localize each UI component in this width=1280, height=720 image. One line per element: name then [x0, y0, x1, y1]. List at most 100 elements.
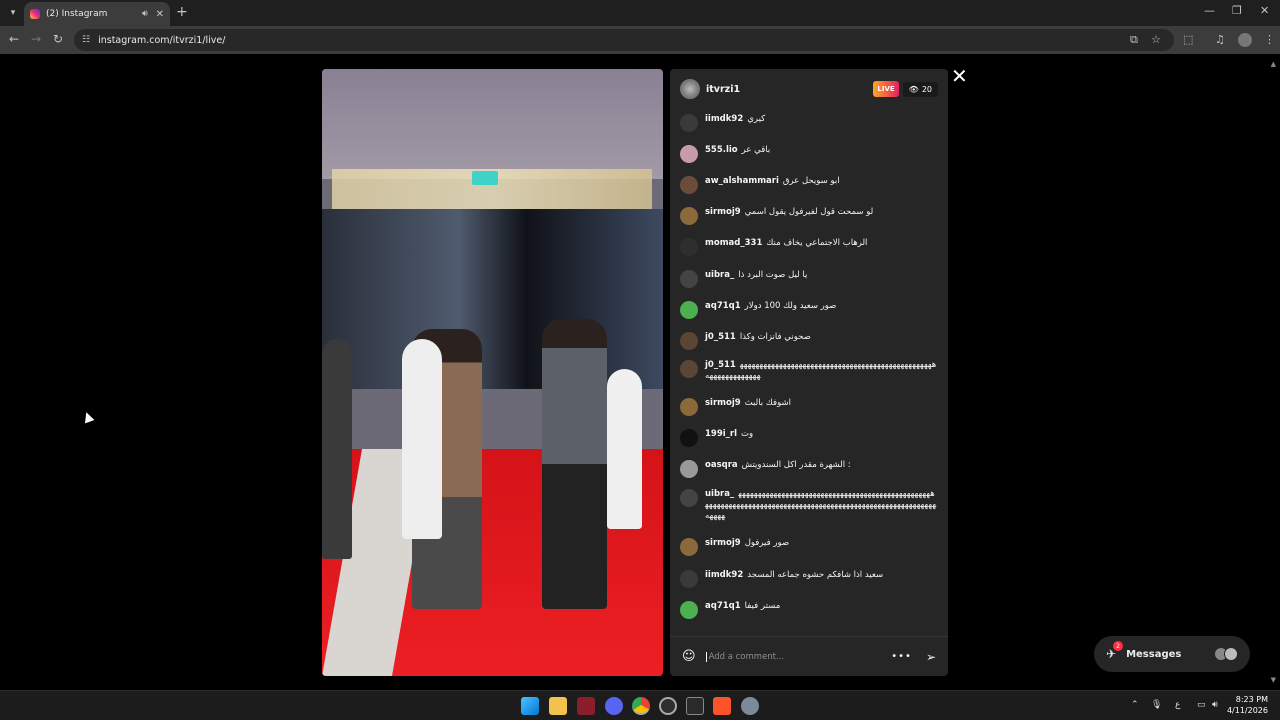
reload-icon[interactable]: ↻: [53, 32, 63, 46]
avatar[interactable]: [680, 538, 698, 556]
brave-icon[interactable]: [713, 697, 731, 715]
comment-item: aq71q1 صور سعيد ولك 100 دولار: [680, 301, 938, 319]
comment-username[interactable]: 199i_rl: [705, 429, 737, 439]
chrome-icon[interactable]: [632, 697, 650, 715]
epic-games-icon[interactable]: [686, 697, 704, 715]
comment-username[interactable]: aw_alshammari: [705, 176, 779, 186]
windows-start-icon[interactable]: [521, 697, 539, 715]
discord-icon[interactable]: [605, 697, 623, 715]
comment-username[interactable]: sirmoj9: [705, 207, 741, 217]
puzzle-icon[interactable]: ⬚: [1183, 33, 1193, 46]
kebab-icon[interactable]: ⋮: [1264, 33, 1275, 46]
comment-item: j0_511 صحوني فانزات وكذا: [680, 332, 938, 350]
comment-message: اشوفك بالبث: [744, 398, 791, 408]
window-close-icon[interactable]: ✕: [1260, 4, 1269, 17]
avatar[interactable]: [680, 332, 698, 350]
system-clock[interactable]: 8:23 PM 4/11/2026: [1227, 694, 1268, 716]
scroll-up-icon[interactable]: ▲: [1271, 60, 1276, 68]
tune-icon[interactable]: ☷: [82, 35, 90, 45]
comment-bar: ☺ ••• ➢: [670, 636, 948, 676]
avatar[interactable]: [680, 460, 698, 478]
avatar[interactable]: [680, 145, 698, 163]
comment-username[interactable]: 555.lio: [705, 145, 738, 155]
emoji-icon[interactable]: ☺: [682, 649, 696, 664]
avatar[interactable]: [680, 601, 698, 619]
arrow-left-icon[interactable]: ←: [9, 32, 19, 46]
chevron-up-icon[interactable]: ⌃: [1131, 700, 1139, 710]
close-icon[interactable]: ✕: [156, 9, 164, 20]
network-icon[interactable]: ▭: [1197, 700, 1206, 710]
comment-username[interactable]: iimdk92: [705, 114, 743, 124]
comment-text: aw_alshammari ابو سويحل عرق: [705, 176, 840, 187]
file-explorer-icon[interactable]: [549, 697, 567, 715]
clock-date: 4/11/2026: [1226, 706, 1268, 715]
profile-avatar[interactable]: [1238, 33, 1252, 47]
scroll-down-icon[interactable]: ▼: [1271, 676, 1276, 684]
avatar[interactable]: [680, 360, 698, 378]
comment-username[interactable]: momad_331: [705, 238, 762, 248]
comment-item: j0_511 هههههههههههههههههههههههههههههههههه…: [680, 360, 938, 382]
close-icon[interactable]: ✕: [951, 66, 968, 86]
comment-username[interactable]: j0_511: [705, 360, 736, 370]
settings-icon[interactable]: [741, 697, 759, 715]
comment-message: وت: [741, 429, 754, 439]
input-language[interactable]: ع: [1175, 700, 1180, 710]
avatar[interactable]: [680, 270, 698, 288]
comment-item: uibra_ يا ليل صوت البرد ذا: [680, 270, 938, 288]
comment-message: يا ليل صوت البرد ذا: [738, 270, 808, 280]
avatar[interactable]: [680, 398, 698, 416]
volume-icon[interactable]: 🔊︎: [1212, 700, 1218, 710]
comment-message: سعيد اذا شافكم حشوه جماعه المسجد: [747, 570, 884, 580]
live-video[interactable]: [322, 69, 663, 676]
comment-input[interactable]: [705, 651, 892, 662]
avatar[interactable]: [680, 489, 698, 507]
install-icon[interactable]: ⧉: [1130, 33, 1138, 47]
autodesk-icon[interactable]: [577, 697, 595, 715]
avatar[interactable]: [680, 238, 698, 256]
comment-username[interactable]: oasqra: [705, 460, 738, 470]
comment-username[interactable]: aq71q1: [705, 601, 741, 611]
comment-message: كيري: [747, 114, 766, 124]
avatar: [1224, 647, 1238, 661]
comment-username[interactable]: aq71q1: [705, 301, 741, 311]
arrow-right-icon[interactable]: →: [31, 32, 41, 46]
browser-tab-bar: ▾ (2) Instagram 🔊︎ ✕ + — ❐ ✕: [0, 0, 1280, 26]
comment-text: iimdk92 سعيد اذا شافكم حشوه جماعه المسجد: [705, 570, 883, 581]
chevron-down-icon[interactable]: ▾: [5, 5, 21, 21]
speaker-icon[interactable]: 🔊︎: [142, 9, 148, 19]
comment-item: oasqra الشهرة مقدر اكل السندويتش :: [680, 460, 938, 478]
browser-tab[interactable]: (2) Instagram 🔊︎ ✕: [24, 2, 170, 26]
minimize-icon[interactable]: —: [1204, 4, 1215, 17]
host-avatar[interactable]: [680, 79, 700, 99]
comment-list: iimdk92 كيري 555.lio باقي عر aw_alshammari اب…: [670, 109, 948, 629]
avatar[interactable]: [680, 570, 698, 588]
comment-username[interactable]: uibra_: [705, 270, 734, 280]
maximize-icon[interactable]: ❐: [1232, 4, 1242, 17]
star-icon[interactable]: ☆: [1151, 33, 1161, 46]
comment-text: momad_331 الرهاب الاجتماعي يخاف منك: [705, 238, 867, 249]
plus-icon[interactable]: +: [176, 4, 188, 20]
obs-icon[interactable]: [659, 697, 677, 715]
microphone-icon[interactable]: 🎙︎: [1151, 700, 1162, 710]
avatar[interactable]: [680, 114, 698, 132]
avatar[interactable]: [680, 207, 698, 225]
messages-button[interactable]: ✈︎ 2 Messages: [1094, 636, 1250, 672]
avatar[interactable]: [680, 301, 698, 319]
more-options-icon[interactable]: •••: [891, 651, 912, 662]
comment-username[interactable]: uibra_: [705, 489, 734, 499]
messenger-icon: ✈︎ 2: [1106, 641, 1123, 661]
viewer-count-badge: 👁︎ 20: [902, 81, 938, 97]
comment-username[interactable]: j0_511: [705, 332, 736, 342]
comment-username[interactable]: iimdk92: [705, 570, 743, 580]
host-username[interactable]: itvrzi1: [706, 84, 873, 95]
send-icon[interactable]: ➢: [926, 650, 936, 664]
address-bar[interactable]: ☷ instagram.com/itvrzi1/live/: [74, 29, 1174, 51]
media-icon[interactable]: ♫: [1215, 33, 1225, 46]
comment-item: iimdk92 سعيد اذا شافكم حشوه جماعه المسجد: [680, 570, 938, 588]
comment-username[interactable]: sirmoj9: [705, 398, 741, 408]
avatar[interactable]: [680, 429, 698, 447]
comment-item: momad_331 الرهاب الاجتماعي يخاف منك: [680, 238, 938, 256]
comment-username[interactable]: sirmoj9: [705, 538, 741, 548]
avatar[interactable]: [680, 176, 698, 194]
live-chat-panel: itvrzi1 LIVE 👁︎ 20 iimdk92 كيري 555.lio باق…: [670, 69, 948, 676]
